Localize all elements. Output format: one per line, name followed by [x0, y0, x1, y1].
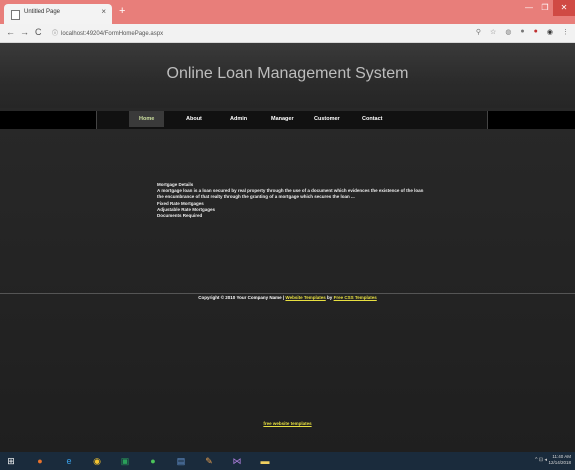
- main-menu: Home About Admin Manager Customer Contac…: [0, 111, 575, 129]
- menu-manager[interactable]: Manager: [261, 111, 304, 127]
- footer-divider: [0, 293, 575, 294]
- tab-close-button[interactable]: ×: [101, 7, 106, 16]
- reload-button[interactable]: C: [35, 27, 42, 37]
- bottom-link-area: free website templates: [0, 421, 575, 426]
- site-header: Online Loan Management System: [0, 43, 575, 108]
- website-templates-link[interactable]: Website Templates: [285, 295, 325, 300]
- new-tab-button[interactable]: +: [119, 5, 125, 17]
- toolbar-icons: ⚲ ☆ ◍ ● ● ◉ ⋮: [476, 28, 569, 36]
- star-icon[interactable]: ☆: [490, 28, 496, 36]
- content-link-documents[interactable]: Documents Required: [157, 213, 437, 219]
- windows-taskbar: ⊞ ● e ◉ ▣ ● ▤ ✎ ⋈ ▬ ^ ⊡ ◂ 11:40 AM 12/14…: [0, 452, 575, 470]
- notes-icon[interactable]: ▤: [174, 454, 188, 468]
- tab-title: Untitled Page: [24, 9, 61, 15]
- free-website-templates-link[interactable]: free website templates: [263, 421, 311, 426]
- window-controls: — ❐ ✕: [521, 0, 575, 16]
- chrome-icon[interactable]: ◉: [90, 454, 104, 468]
- clock[interactable]: 11:40 AM 12/14/2018: [548, 454, 571, 466]
- url-text: localhost:49204/FormHomePage.aspx: [61, 31, 164, 37]
- menu-about[interactable]: About: [176, 111, 212, 127]
- menu-icon[interactable]: ⋮: [562, 28, 569, 36]
- back-button[interactable]: ←: [6, 27, 15, 37]
- free-css-templates-link[interactable]: Free CSS Templates: [334, 295, 377, 300]
- menu-customer[interactable]: Customer: [304, 111, 350, 127]
- menu-container: Home About Admin Manager Customer Contac…: [96, 111, 488, 129]
- web-page: Online Loan Management System Home About…: [0, 43, 575, 452]
- browser-tab[interactable]: Untitled Page ×: [4, 4, 112, 24]
- footer: Copyright © 2010 Your Company Name | Web…: [0, 295, 575, 300]
- extension-icon[interactable]: ●: [520, 28, 524, 36]
- opera-icon[interactable]: ●: [534, 28, 538, 36]
- menu-contact[interactable]: Contact: [352, 111, 392, 127]
- extension-icon[interactable]: ◍: [505, 28, 511, 36]
- url-field[interactable]: ⓘ localhost:49204/FormHomePage.aspx: [52, 28, 163, 37]
- ie-icon[interactable]: e: [62, 454, 76, 468]
- maximize-button[interactable]: ❐: [537, 0, 553, 16]
- main-content: Mortgage Details A mortgage loan is a lo…: [157, 182, 437, 219]
- menu-home[interactable]: Home: [129, 111, 165, 127]
- store-icon[interactable]: ▣: [118, 454, 132, 468]
- info-icon[interactable]: ⓘ: [52, 31, 58, 37]
- copyright-text: Copyright © 2010 Your Company Name |: [198, 295, 285, 300]
- forward-button[interactable]: →: [20, 27, 29, 37]
- minimize-button[interactable]: —: [521, 0, 537, 16]
- site-title: Online Loan Management System: [166, 65, 409, 82]
- address-bar: ← → C ⓘ localhost:49204/FormHomePage.aspx…: [0, 24, 575, 43]
- whatsapp-icon[interactable]: ●: [146, 454, 160, 468]
- search-icon[interactable]: ⚲: [476, 28, 481, 36]
- footer-by: by: [327, 295, 333, 300]
- system-tray[interactable]: ^ ⊡ ◂: [535, 457, 547, 463]
- clock-date: 12/14/2018: [548, 460, 571, 465]
- browser-titlebar: Untitled Page × + — ❐ ✕: [0, 0, 575, 24]
- firefox-icon[interactable]: ●: [33, 454, 47, 468]
- close-window-button[interactable]: ✕: [553, 0, 575, 16]
- explorer-icon[interactable]: ▬: [258, 454, 272, 468]
- paint-icon[interactable]: ✎: [202, 454, 216, 468]
- menu-admin[interactable]: Admin: [220, 111, 257, 127]
- page-icon: [11, 10, 20, 20]
- windows-icon[interactable]: ⊞: [4, 454, 18, 468]
- account-icon[interactable]: ◉: [547, 28, 553, 36]
- visual-studio-icon[interactable]: ⋈: [230, 454, 244, 468]
